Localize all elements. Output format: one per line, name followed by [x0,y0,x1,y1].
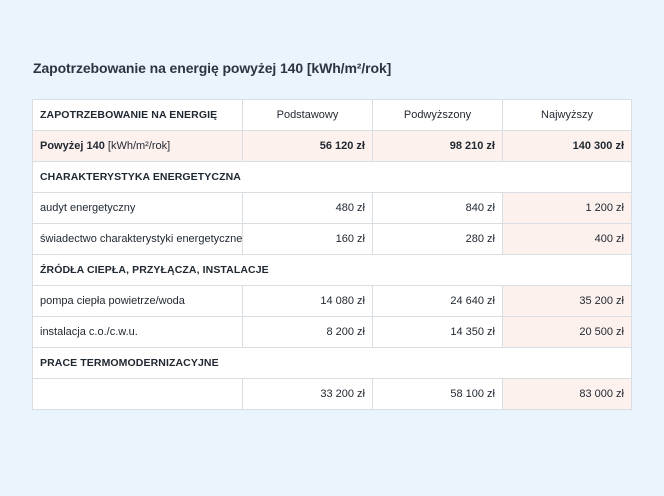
section-row: ŹRÓDŁA CIEPŁA, PRZYŁĄCZA, INSTALACJE [32,254,632,286]
row-label: świadectwo charakterystyki energetycznej [32,223,243,255]
total-row-label-unit: [kWh/m²/rok] [104,140,171,152]
page-title: Zapotrzebowanie na energię powyżej 140 [… [33,60,392,76]
cell-basic: 480 zł [242,192,373,224]
cell-elevated: 14 350 zł [372,316,503,348]
section-row: CHARAKTERYSTYKA ENERGETYCZNA [32,161,632,193]
cell-elevated: 840 zł [372,192,503,224]
row-label: instalacja c.o./c.w.u. [32,316,243,348]
total-row: Powyżej 140 [kWh/m²/rok] 56 120 zł 98 21… [32,130,632,162]
pricing-table: ZAPOTRZEBOWANIE NA ENERGIĘ Podstawowy Po… [32,99,632,410]
total-elevated: 98 210 zł [372,130,503,162]
section-title-energy-certificate: CHARAKTERYSTYKA ENERGETYCZNA [32,161,632,193]
total-row-label: Powyżej 140 [kWh/m²/rok] [32,130,243,162]
cell-highest: 83 000 zł [502,378,632,410]
cell-highest: 1 200 zł [502,192,632,224]
column-header-basic: Podstawowy [242,99,373,131]
row-label: audyt energetyczny [32,192,243,224]
section-title-heat-sources: ŹRÓDŁA CIEPŁA, PRZYŁĄCZA, INSTALACJE [32,254,632,286]
table-row: świadectwo charakterystyki energetycznej… [32,223,632,255]
table-row: 33 200 zł 58 100 zł 83 000 zł [32,378,632,410]
cell-elevated: 280 zł [372,223,503,255]
section-title-thermomodernization: PRACE TERMOMODERNIZACYJNE [32,347,632,379]
column-header-category: ZAPOTRZEBOWANIE NA ENERGIĘ [32,99,243,131]
cell-basic: 160 zł [242,223,373,255]
cell-basic: 33 200 zł [242,378,373,410]
table-header-row: ZAPOTRZEBOWANIE NA ENERGIĘ Podstawowy Po… [32,99,632,131]
cell-highest: 400 zł [502,223,632,255]
row-label [32,378,243,410]
page: Zapotrzebowanie na energię powyżej 140 [… [0,0,664,496]
total-row-label-strong: Powyżej 140 [40,140,105,152]
cell-elevated: 24 640 zł [372,285,503,317]
column-header-elevated: Podwyższony [372,99,503,131]
cell-basic: 14 080 zł [242,285,373,317]
table-row: audyt energetyczny 480 zł 840 zł 1 200 z… [32,192,632,224]
cell-highest: 20 500 zł [502,316,632,348]
column-header-highest: Najwyższy [502,99,632,131]
cell-elevated: 58 100 zł [372,378,503,410]
cell-basic: 8 200 zł [242,316,373,348]
total-highest: 140 300 zł [502,130,632,162]
table-row: instalacja c.o./c.w.u. 8 200 zł 14 350 z… [32,316,632,348]
table-row: pompa ciepła powietrze/woda 14 080 zł 24… [32,285,632,317]
row-label: pompa ciepła powietrze/woda [32,285,243,317]
total-basic: 56 120 zł [242,130,373,162]
cell-highest: 35 200 zł [502,285,632,317]
section-row: PRACE TERMOMODERNIZACYJNE [32,347,632,379]
